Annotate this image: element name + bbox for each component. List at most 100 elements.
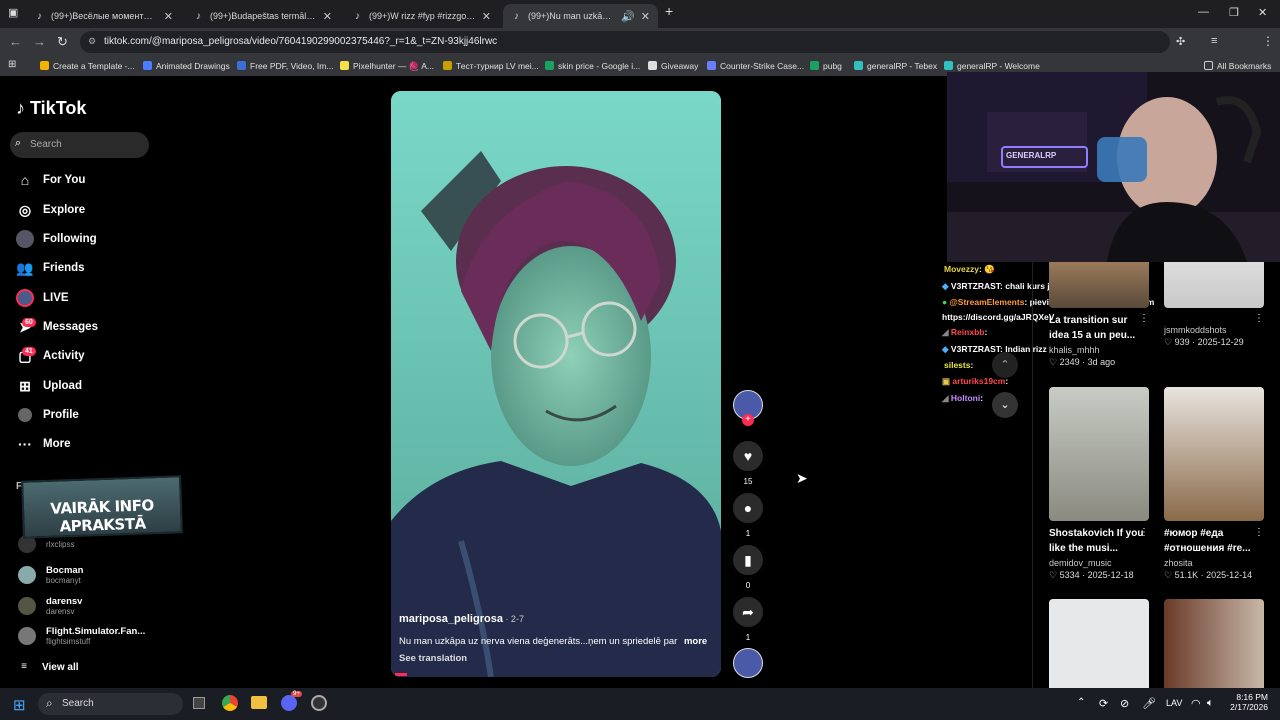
windows-start-icon[interactable]: ⊞	[13, 696, 26, 714]
tab-label: (99+)Весёлые моменты с тима	[51, 11, 158, 21]
bookmark-item[interactable]: Pixelhunter — 🧶 A...	[340, 61, 434, 72]
nav-live[interactable]: LIVE	[16, 288, 69, 308]
bookmark-favicon	[237, 61, 246, 70]
bookmark-item[interactable]: Giveaway	[648, 61, 698, 71]
bookmark-item[interactable]: generalRP - Tebex	[854, 61, 937, 71]
media-icon[interactable]: ≡	[1211, 35, 1217, 47]
nav-friends[interactable]: 👥 Friends	[16, 258, 84, 278]
minimize-icon[interactable]: —	[1198, 6, 1209, 18]
nav-following[interactable]: Following	[16, 229, 97, 249]
scroll-down-button[interactable]: ⌄	[992, 392, 1018, 418]
restore-icon[interactable]: ❐	[1229, 6, 1239, 19]
reload-icon[interactable]: ↻	[57, 34, 68, 50]
like-button[interactable]: ♥ 15	[733, 441, 763, 486]
bookmark-item[interactable]: generalRP - Welcome	[944, 61, 1040, 71]
following-account[interactable]: Flight.Simulator.Fan... flightsimstuff	[18, 626, 145, 646]
card-menu-icon[interactable]: ⋮	[1254, 527, 1264, 538]
more-caption-button[interactable]: more	[684, 636, 707, 647]
see-translation-button[interactable]: See translation	[399, 653, 467, 664]
video-card[interactable]: jsmmkoddshots ♡ 939 · 2025-12-29	[1164, 262, 1264, 348]
sound-avatar-button[interactable]	[733, 648, 763, 678]
nav-explore[interactable]: ◎ Explore	[16, 200, 85, 220]
save-button[interactable]: ▮ 0	[733, 545, 763, 590]
bookmark-favicon	[707, 61, 716, 70]
close-icon[interactable]: ✕	[482, 10, 491, 23]
progress-bar[interactable]	[395, 673, 407, 676]
browser-tab[interactable]: ♪ (99+)Budapeštas termālie base ✕	[185, 4, 340, 28]
card-meta: ♡ 51.1K · 2025-12-14	[1164, 570, 1253, 580]
video-caption: Nu man uzkāpa uz nerva viena deģenerāts.…	[399, 636, 708, 647]
extensions-icon[interactable]: ✣	[1176, 35, 1185, 48]
video-card[interactable]	[1164, 599, 1264, 688]
site-info-icon[interactable]: ⚙	[88, 36, 96, 47]
browser-tab[interactable]: ♪ (99+)Весёлые моменты с тима ✕	[26, 4, 181, 28]
back-icon[interactable]: ←	[9, 34, 22, 49]
menu-icon[interactable]: ⋮	[1262, 34, 1274, 48]
badge-icon: ●	[942, 297, 948, 307]
video-player[interactable]: mariposa_peligrosa · 2-7 Nu man uzkāpa u…	[391, 91, 721, 677]
browser-tab[interactable]: ♪ (99+)W rizz #fyp #rizzgod #w # ✕	[344, 4, 499, 28]
address-bar[interactable]: ⚙ tiktok.com/@mariposa_peligrosa/video/7…	[80, 31, 1170, 53]
comment-count: 1	[745, 529, 751, 538]
close-icon[interactable]: ✕	[164, 10, 173, 23]
nav-upload[interactable]: ⊞ Upload	[16, 376, 82, 396]
chrome-icon[interactable]	[222, 695, 238, 711]
creator-avatar-button[interactable]: +	[733, 390, 763, 426]
view-all-button[interactable]: ≡ View all	[18, 657, 78, 677]
apps-icon[interactable]: ⊞	[8, 59, 16, 70]
video-card[interactable]: #юмор #еда #отношения #re... zhosita ♡ 5…	[1164, 387, 1264, 581]
video-author[interactable]: mariposa_peligrosa · 2-7	[399, 613, 524, 625]
comment-button[interactable]: ● 1	[733, 493, 763, 538]
nav-more[interactable]: ··· More	[16, 434, 70, 454]
card-menu-icon[interactable]: ⋮	[1139, 527, 1149, 538]
close-icon[interactable]: ✕	[323, 10, 332, 23]
bookmark-item[interactable]: Animated Drawings	[143, 61, 230, 71]
share-button[interactable]: ➦ 1	[733, 597, 763, 642]
following-account[interactable]: Bocman bocmanyt	[18, 565, 83, 585]
bookmark-item[interactable]: Тест-турнир LV mei...	[443, 61, 539, 71]
video-card[interactable]: Shostakovich If you like the musi... dem…	[1049, 387, 1149, 581]
task-view-icon[interactable]	[193, 697, 205, 709]
card-menu-icon[interactable]: ⋮	[1139, 313, 1149, 324]
taskbar-search[interactable]: ⌕ Search	[38, 693, 183, 715]
sync-icon[interactable]: ⟳	[1099, 697, 1108, 710]
avatar	[18, 627, 36, 645]
video-thumbnail	[1164, 387, 1264, 521]
all-bookmarks-button[interactable]: All Bookmarks	[1204, 61, 1271, 71]
following-account[interactable]: darensv darensv	[18, 596, 82, 616]
volume-icon[interactable]: 🔈︎	[1207, 697, 1214, 710]
card-menu-icon[interactable]: ⋮	[1254, 313, 1264, 324]
video-card[interactable]	[1049, 599, 1149, 688]
clock[interactable]: 8:16 PM 2/17/2026	[1226, 692, 1268, 712]
bookmark-item[interactable]: Counter-Strike Case...	[707, 61, 804, 71]
browser-tab-active[interactable]: ♪ (99+)Nu man uzkāpa uz ne 🔊 ✕	[503, 4, 658, 28]
scroll-up-button[interactable]: ⌃	[992, 352, 1018, 378]
forward-icon[interactable]: →	[33, 34, 46, 49]
close-window-icon[interactable]: ✕	[1258, 6, 1267, 19]
speaker-icon[interactable]: 🔊	[621, 10, 635, 23]
tab-search-icon[interactable]: ▣	[8, 6, 18, 19]
language-indicator[interactable]: LAV	[1166, 698, 1182, 708]
wifi-icon[interactable]: ◠	[1191, 697, 1201, 710]
app-icon[interactable]	[311, 695, 327, 711]
nav-for-you[interactable]: ⌂ For You	[16, 170, 86, 190]
follow-plus-icon[interactable]: +	[742, 414, 754, 426]
nav-profile[interactable]: Profile	[16, 405, 79, 425]
microphone-icon[interactable]: 🎤︎	[1142, 697, 1156, 710]
video-card[interactable]: La transition sur idea 15 a un peu... kh…	[1049, 262, 1149, 368]
discord-icon[interactable]	[281, 695, 297, 711]
bookmark-item[interactable]: Create a Template -...	[40, 61, 135, 71]
search-input[interactable]: ⌕ Search	[10, 132, 149, 158]
bookmark-item[interactable]: skin price - Google i...	[545, 61, 640, 71]
bookmark-item[interactable]: Free PDF, Video, Im...	[237, 61, 333, 71]
network-off-icon[interactable]: ⊘	[1120, 697, 1129, 710]
tab-label: (99+)W rizz #fyp #rizzgod #w #	[369, 11, 476, 21]
close-icon[interactable]: ✕	[641, 10, 650, 23]
bookmark-item[interactable]: pubg	[810, 61, 842, 71]
new-tab-button[interactable]: +	[665, 3, 673, 19]
file-explorer-icon[interactable]	[251, 696, 267, 709]
chevron-up-icon[interactable]: ⌃	[1077, 697, 1085, 708]
sound-avatar	[733, 648, 763, 678]
tab-label: (99+)Nu man uzkāpa uz ne	[528, 11, 615, 21]
tiktok-logo[interactable]: ♪ TikTok	[16, 98, 86, 119]
